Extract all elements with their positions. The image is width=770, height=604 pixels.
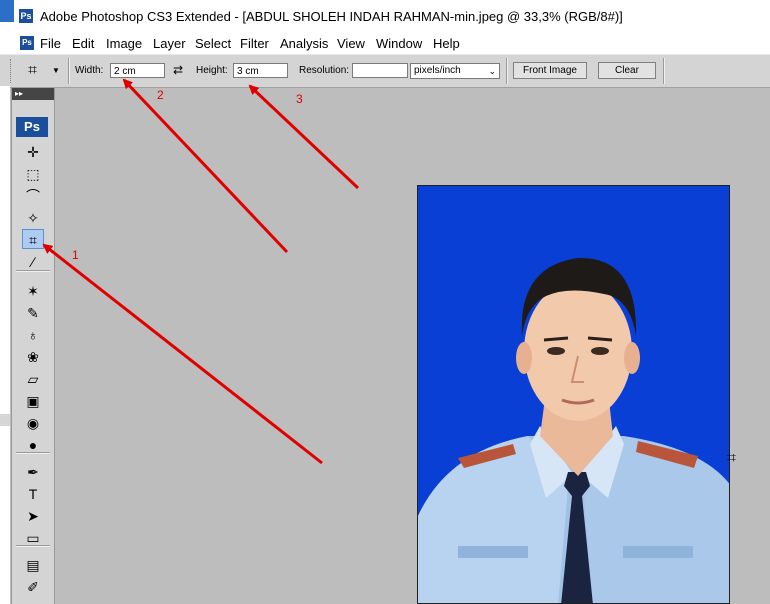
annotation-arrow-2 (122, 78, 289, 254)
annotation-label-1: 1 (72, 248, 79, 262)
annotation-arrow-1 (42, 243, 323, 465)
annotation-label-3: 3 (296, 92, 303, 106)
annotation-overlay (42, 78, 360, 465)
annotation-label-2: 2 (157, 88, 164, 102)
annotation-arrow-3 (248, 84, 360, 190)
